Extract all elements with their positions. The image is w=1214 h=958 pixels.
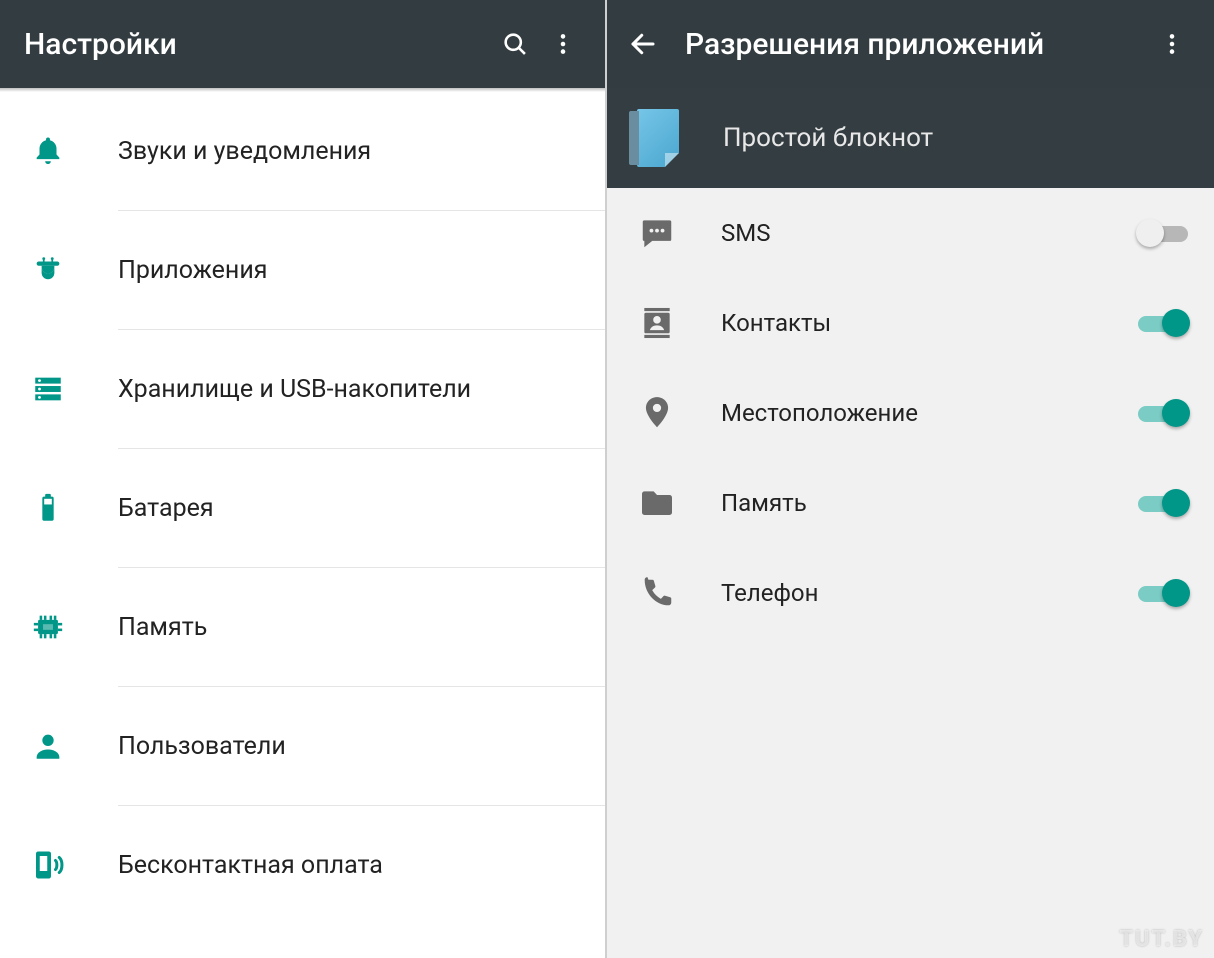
settings-row-label: Память (118, 613, 605, 642)
permission-toggle-sms[interactable] (1136, 217, 1190, 249)
permissions-screen: Разрешения приложений Простой блокнот SM… (607, 0, 1214, 958)
settings-row-sound[interactable]: Звуки и уведомления (0, 92, 605, 210)
nfc-icon (26, 843, 70, 887)
permission-toggle-location[interactable] (1136, 397, 1190, 429)
overflow-button[interactable] (539, 20, 587, 68)
permission-toggle-contacts[interactable] (1136, 307, 1190, 339)
app-name-label: Простой блокнот (723, 123, 933, 153)
back-button[interactable] (619, 20, 667, 68)
permission-label: Контакты (721, 309, 1136, 337)
settings-row-nfc[interactable]: Бесконтактная оплата (0, 806, 605, 924)
settings-row-battery[interactable]: Батарея (0, 449, 605, 567)
permission-label: Местоположение (721, 399, 1136, 427)
settings-screen: Настройки Звуки и уведомления Приложения (0, 0, 607, 958)
permission-toggle-storage[interactable] (1136, 487, 1190, 519)
settings-row-label: Бесконтактная оплата (118, 851, 605, 880)
permission-label: Телефон (721, 579, 1136, 607)
settings-row-storage[interactable]: Хранилище и USB-накопители (0, 330, 605, 448)
permission-row-contacts[interactable]: Контакты (607, 278, 1214, 368)
contacts-icon (635, 301, 679, 345)
settings-row-apps[interactable]: Приложения (0, 211, 605, 329)
apps-icon (26, 248, 70, 292)
battery-icon (26, 486, 70, 530)
permission-label: SMS (721, 219, 1136, 247)
phone-icon (635, 571, 679, 615)
user-icon (26, 724, 70, 768)
bell-icon (26, 129, 70, 173)
settings-list: Звуки и уведомления Приложения Хранилище… (0, 92, 605, 958)
settings-row-label: Пользователи (118, 732, 605, 761)
appbar-settings: Настройки (0, 0, 605, 88)
settings-row-memory[interactable]: Память (0, 568, 605, 686)
permission-row-storage[interactable]: Память (607, 458, 1214, 548)
settings-row-label: Приложения (118, 256, 605, 285)
settings-row-label: Хранилище и USB-накопители (118, 375, 605, 404)
search-icon (501, 30, 529, 58)
more-vert-icon (1159, 31, 1185, 57)
permission-toggle-phone[interactable] (1136, 577, 1190, 609)
search-button[interactable] (491, 20, 539, 68)
app-subheader: Простой блокнот (607, 88, 1214, 188)
page-title-settings: Настройки (24, 27, 491, 62)
permission-row-location[interactable]: Местоположение (607, 368, 1214, 458)
folder-icon (635, 481, 679, 525)
settings-row-label: Звуки и уведомления (118, 137, 605, 166)
sms-icon (635, 211, 679, 255)
notebook-app-icon (629, 109, 679, 167)
overflow-button[interactable] (1148, 20, 1196, 68)
permission-row-phone[interactable]: Телефон (607, 548, 1214, 638)
memory-icon (26, 605, 70, 649)
permissions-list: SMS Контакты Местоположение Память (607, 188, 1214, 958)
location-icon (635, 391, 679, 435)
back-icon (628, 29, 658, 59)
page-title-permissions: Разрешения приложений (685, 27, 1148, 62)
appbar-permissions: Разрешения приложений (607, 0, 1214, 88)
more-vert-icon (550, 31, 576, 57)
settings-row-label: Батарея (118, 494, 605, 523)
settings-row-users[interactable]: Пользователи (0, 687, 605, 805)
permission-label: Память (721, 489, 1136, 517)
storage-icon (26, 367, 70, 411)
permission-row-sms[interactable]: SMS (607, 188, 1214, 278)
